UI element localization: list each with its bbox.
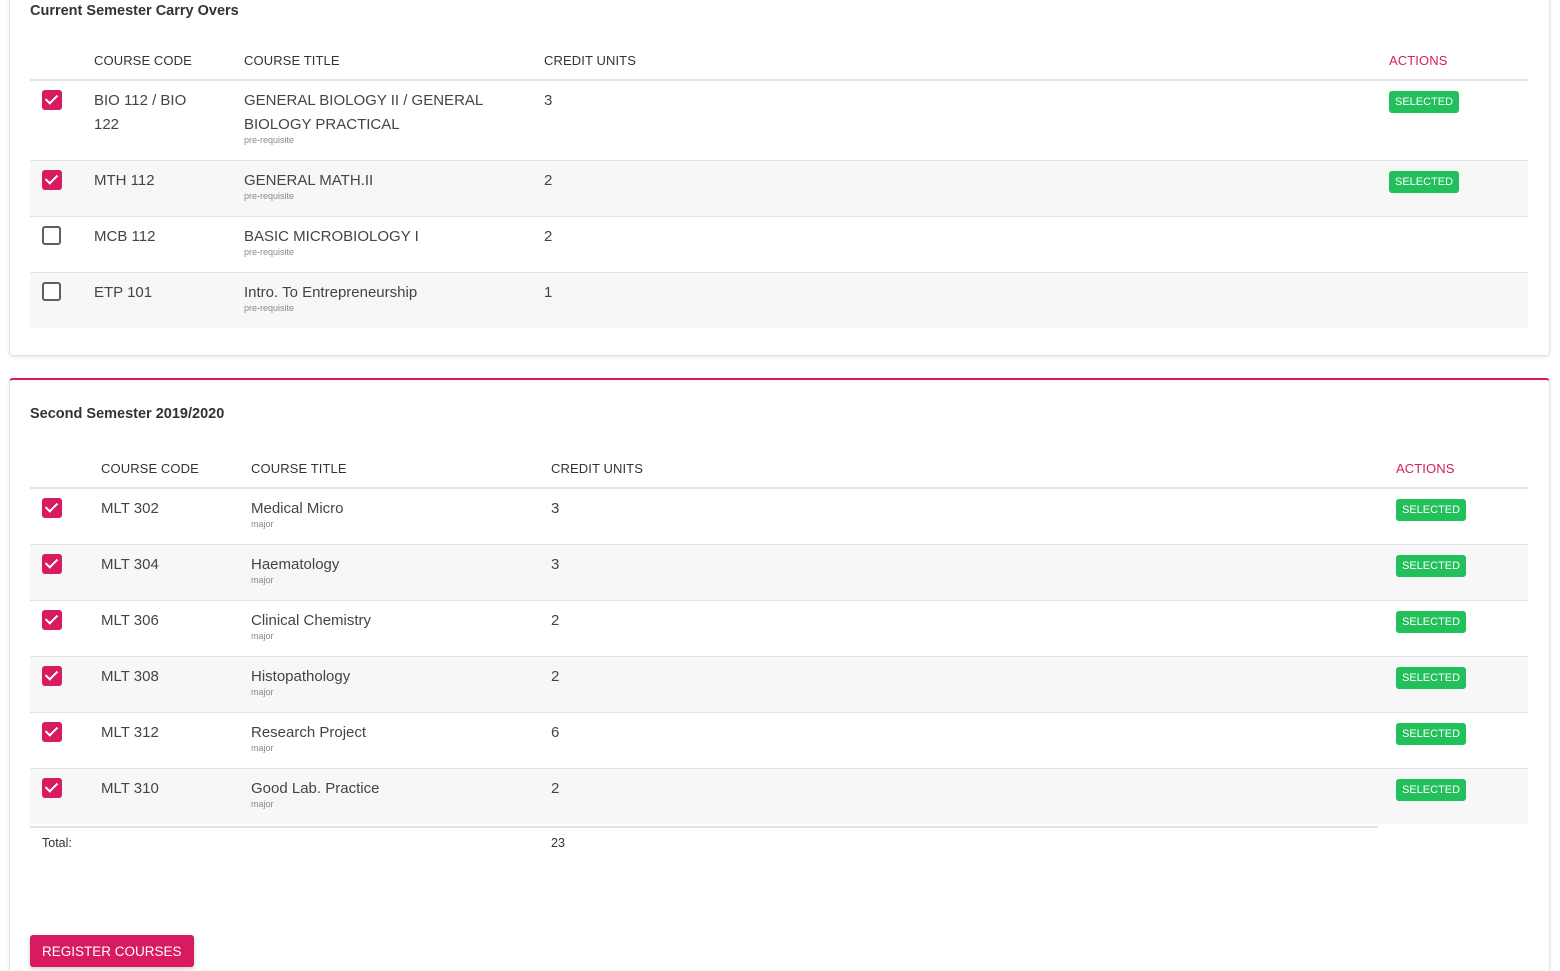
course-type: pre-requisite bbox=[244, 302, 295, 313]
course-code: BIO 112 / BIO bbox=[94, 92, 187, 109]
credit-units: 3 bbox=[544, 80, 1389, 161]
course-title: Haematology bbox=[251, 555, 340, 573]
second-semester-title: Second Semester 2019/2020 bbox=[30, 406, 225, 422]
course-checkbox[interactable] bbox=[42, 665, 62, 686]
course-type: major bbox=[251, 574, 274, 585]
selected-badge[interactable]: SELECTED bbox=[1396, 778, 1467, 801]
table-row: MLT 304 Haematology major 3 SELECTED bbox=[30, 544, 1528, 601]
credit-units: 3 bbox=[551, 488, 1396, 545]
table-row: MLT 310 Good Lab. Practice major 2 SELECT… bbox=[30, 768, 1528, 824]
actions-header: ACTIONS bbox=[1389, 42, 1528, 81]
course-checkbox[interactable] bbox=[42, 281, 61, 301]
course-code: MTH 112 bbox=[94, 160, 244, 217]
course-checkbox[interactable] bbox=[42, 609, 62, 630]
course-title-header: COURSE TITLE bbox=[244, 42, 544, 81]
course-type: major bbox=[251, 798, 274, 809]
course-title: Intro. To Entrepreneurship bbox=[244, 283, 418, 301]
course-title: BASIC MICROBIOLOGY I bbox=[244, 227, 419, 245]
selected-badge[interactable]: SELECTED bbox=[1396, 554, 1467, 577]
course-code-cont: 122 bbox=[94, 116, 120, 133]
course-title: GENERAL MATH.II bbox=[244, 171, 374, 189]
credit-units: 3 bbox=[551, 544, 1396, 601]
course-type: major bbox=[251, 686, 274, 697]
table-row: MTH 112 GENERAL MATH.II pre-requisite 2 S… bbox=[30, 160, 1528, 217]
selected-badge[interactable]: SELECTED bbox=[1389, 170, 1460, 193]
course-code: MLT 310 bbox=[101, 768, 251, 824]
selected-badge[interactable]: SELECTED bbox=[1396, 499, 1467, 521]
course-code: MLT 304 bbox=[101, 544, 251, 601]
selected-badge[interactable]: SELECTED bbox=[1396, 666, 1467, 689]
course-type: pre-requisite bbox=[244, 190, 295, 201]
total-credit-units: 23 bbox=[551, 824, 1396, 864]
selected-badge[interactable]: SELECTED bbox=[1396, 722, 1467, 745]
credit-units: 6 bbox=[551, 712, 1396, 769]
credit-units-header: CREDIT UNITS bbox=[551, 450, 1396, 489]
course-type: major bbox=[251, 630, 274, 641]
course-type: major bbox=[251, 742, 274, 753]
course-title: GENERAL BIOLOGY II / GENERAL bbox=[244, 92, 484, 109]
course-checkbox[interactable] bbox=[42, 90, 62, 110]
carry-overs-table: COURSE CODE COURSE TITLE CREDIT UNITS AC… bbox=[30, 42, 1528, 328]
course-code: MLT 306 bbox=[101, 600, 251, 657]
second-semester-table: COURSE CODE COURSE TITLE CREDIT UNITS AC… bbox=[30, 450, 1528, 864]
course-title-header: COURSE TITLE bbox=[251, 450, 551, 489]
selected-badge[interactable]: SELECTED bbox=[1389, 91, 1460, 113]
register-courses-button[interactable]: REGISTER COURSES bbox=[30, 935, 194, 967]
table-row: MLT 312 Research Project major 6 SELECTED bbox=[30, 712, 1528, 769]
course-type: major bbox=[251, 519, 274, 529]
credit-units: 2 bbox=[551, 768, 1396, 824]
course-title: Good Lab. Practice bbox=[251, 779, 380, 797]
course-code: ETP 101 bbox=[94, 272, 244, 328]
total-divider bbox=[30, 826, 1378, 828]
course-code-header: COURSE CODE bbox=[101, 450, 251, 489]
course-title: Medical Micro bbox=[251, 500, 344, 517]
table-row: MLT 302 Medical Micro major 3 SELECTED bbox=[30, 488, 1528, 545]
course-checkbox[interactable] bbox=[42, 498, 62, 518]
credit-units: 2 bbox=[551, 600, 1396, 657]
course-title: Research Project bbox=[251, 723, 367, 741]
course-type: pre-requisite bbox=[244, 246, 295, 257]
table-row: MCB 112 BASIC MICROBIOLOGY Ipre-requisit… bbox=[30, 216, 1528, 273]
table-row: ETP 101 Intro. To Entrepreneurship pre-re… bbox=[30, 272, 1528, 328]
course-code: MLT 308 bbox=[101, 656, 251, 713]
course-checkbox[interactable] bbox=[42, 553, 62, 574]
credit-units: 2 bbox=[544, 160, 1389, 217]
course-code: MLT 302 bbox=[101, 488, 251, 545]
credit-units: 2 bbox=[544, 216, 1389, 273]
course-checkbox[interactable] bbox=[42, 721, 62, 742]
actions-header: ACTIONS bbox=[1396, 450, 1528, 489]
course-code-header: COURSE CODE bbox=[94, 42, 244, 81]
course-title-cont: BIOLOGY PRACTICAL bbox=[244, 116, 400, 133]
table-row: BIO 112 / BIO 122 GENERAL BIOLOGY II / GE… bbox=[30, 80, 1528, 161]
course-checkbox[interactable] bbox=[42, 169, 62, 190]
course-title: Histopathology bbox=[251, 667, 351, 685]
course-code: MCB 112 bbox=[94, 216, 244, 273]
course-title: Clinical Chemistry bbox=[251, 611, 372, 629]
table-row: MLT 306 Clinical Chemistry major 2 SELECT… bbox=[30, 600, 1528, 657]
carry-overs-card: Current Semester Carry Overs COURSE CODE… bbox=[9, 0, 1550, 356]
selected-badge[interactable]: SELECTED bbox=[1396, 610, 1467, 633]
credit-units-header: CREDIT UNITS bbox=[544, 42, 1389, 81]
course-type: pre-requisite bbox=[244, 135, 295, 145]
course-checkbox[interactable] bbox=[42, 225, 61, 245]
select-column-header bbox=[30, 42, 94, 81]
total-row: Total: 23 bbox=[30, 824, 1528, 864]
carry-overs-title: Current Semester Carry Overs bbox=[30, 3, 239, 19]
course-code: MLT 312 bbox=[101, 712, 251, 769]
course-checkbox[interactable] bbox=[42, 777, 62, 798]
second-semester-card: Second Semester 2019/2020 COURSE CODE CO… bbox=[9, 378, 1550, 971]
credit-units: 2 bbox=[551, 656, 1396, 713]
table-row: MLT 308 Histopathology major 2 SELECTED bbox=[30, 656, 1528, 713]
total-label: Total: bbox=[30, 824, 551, 864]
select-column-header bbox=[30, 450, 101, 489]
credit-units: 1 bbox=[544, 272, 1389, 328]
